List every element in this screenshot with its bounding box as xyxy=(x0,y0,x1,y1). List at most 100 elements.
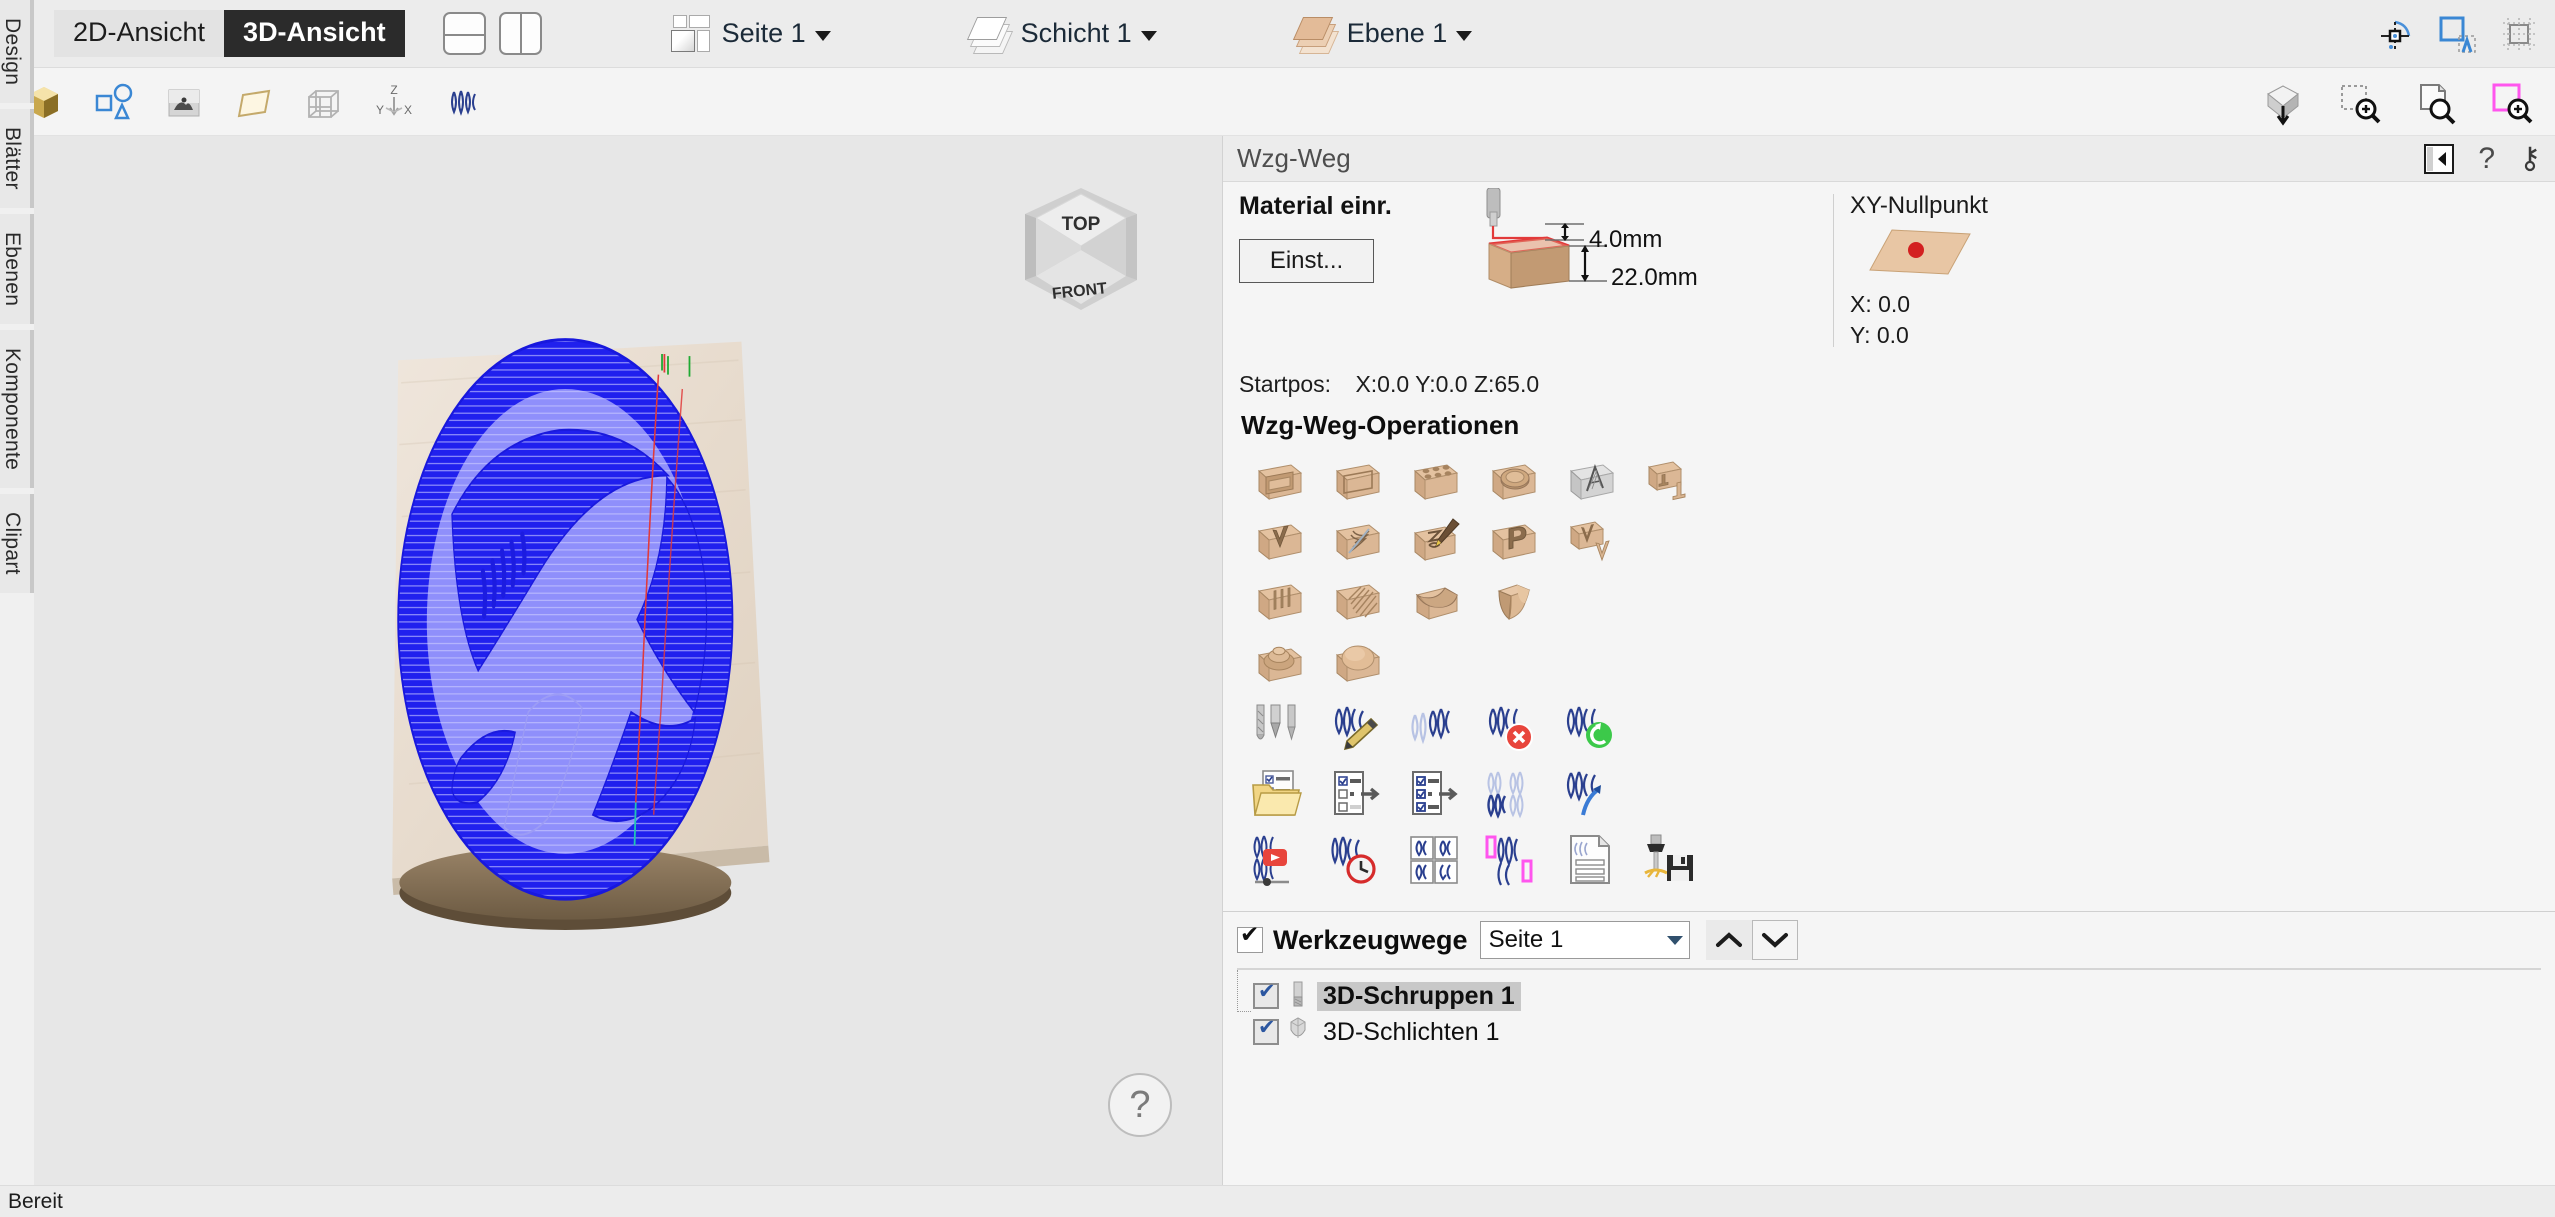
toolpaths-section: Werkzeugwege Seite 1 xyxy=(1223,912,2555,1185)
toolpaths-title: Werkzeugwege xyxy=(1273,924,1468,955)
zoom-material-icon[interactable] xyxy=(2487,78,2535,126)
isometric-view-icon[interactable] xyxy=(2259,78,2307,126)
xy-zero-heading: XY-Nullpunkt xyxy=(1850,192,1988,219)
3d-finish-icon[interactable] xyxy=(1317,573,1395,631)
recalculate-toolpath-icon[interactable] xyxy=(1551,697,1629,759)
vcarve-inlay-icon[interactable] xyxy=(1551,513,1629,571)
help-icon[interactable]: ? xyxy=(2478,143,2495,174)
show-toolpaths-icon[interactable] xyxy=(440,78,488,126)
edit-toolpath-icon[interactable] xyxy=(1317,697,1395,759)
material-setup-section: Material einr. Einst... 4.0mm 22.0mm XY-… xyxy=(1223,182,2555,355)
tab-3d-view[interactable]: 3D-Ansicht xyxy=(224,10,405,57)
toolpath-boundary-icon[interactable] xyxy=(1473,829,1551,891)
show-vectors-icon[interactable] xyxy=(90,78,138,126)
schicht-selector[interactable]: Schicht 1 xyxy=(966,13,1157,55)
tab-2d-view[interactable]: 2D-Ansicht xyxy=(54,10,225,57)
fluting-toolpath-icon[interactable] xyxy=(1473,453,1551,511)
toolpaths-header: Werkzeugwege Seite 1 xyxy=(1223,920,2555,961)
toolpath-panel-header: Wzg-Weg ? ⚷ xyxy=(1223,136,2555,182)
show-bitmap-icon[interactable] xyxy=(160,78,208,126)
save-toolpath-icon[interactable] xyxy=(1629,829,1707,891)
vcarve-toolpath-icon[interactable] xyxy=(1551,453,1629,511)
sidebar-tab-clipart[interactable]: Clipart xyxy=(0,494,34,594)
template-list-icon[interactable] xyxy=(1395,763,1473,825)
material-settings-button[interactable]: Einst... xyxy=(1239,239,1374,283)
zoom-fit-drawing-icon[interactable] xyxy=(2411,78,2459,126)
split-vertical-icon[interactable] xyxy=(498,12,542,55)
ebene-selector[interactable]: Ebene 1 xyxy=(1292,13,1473,55)
zoom-selection-icon[interactable] xyxy=(2335,78,2383,126)
view-tab-group: 2D-Ansicht 3D-Ansicht xyxy=(54,10,405,57)
prism-carving-icon[interactable] xyxy=(1239,513,1317,571)
split-view-buttons xyxy=(442,12,542,55)
manage-row-3 xyxy=(1239,829,2539,891)
status-text: Bereit xyxy=(8,1189,63,1213)
manage-row-2 xyxy=(1239,763,2539,825)
split-horizontal-icon[interactable] xyxy=(442,12,486,55)
chevron-down-icon xyxy=(1140,30,1157,41)
svg-text:X: X xyxy=(404,103,412,117)
tool-database-icon[interactable] xyxy=(1239,697,1317,759)
snap-geometry-icon[interactable] xyxy=(2437,14,2477,54)
duplicate-toolpath-icon[interactable] xyxy=(1395,697,1473,759)
sidebar-tab-komponente[interactable]: Komponente xyxy=(0,330,34,489)
pin-icon[interactable]: ⚷ xyxy=(2519,143,2541,174)
moulding-profile-icon[interactable] xyxy=(1473,573,1551,631)
panel-header-buttons: ? ⚷ xyxy=(2424,143,2541,174)
quick-engrave-icon[interactable] xyxy=(1395,513,1473,571)
toolpath-visible-checkbox[interactable] xyxy=(1253,981,1279,1010)
operations-row-1 xyxy=(1239,453,2539,511)
start-position-row: Startpos: X:0.0 Y:0.0 Z:65.0 xyxy=(1223,371,2555,398)
moulding-toolpath-icon[interactable] xyxy=(1395,573,1473,631)
sidebar-tab-design[interactable]: Design xyxy=(0,0,34,104)
simulate-toolpath-icon[interactable] xyxy=(1239,829,1317,891)
start-position-label: Startpos: xyxy=(1239,371,1332,398)
text-carving-icon[interactable] xyxy=(1473,513,1551,571)
svg-text:Y: Y xyxy=(376,103,384,117)
toolpath-template-folder-icon[interactable] xyxy=(1239,763,1317,825)
ribbed-3d-rough-icon[interactable] xyxy=(1239,573,1317,631)
toolpaths-divider xyxy=(1237,968,2541,971)
show-axes-icon[interactable]: Z Y X xyxy=(370,78,418,126)
rotary-roughing-icon[interactable] xyxy=(1239,633,1317,691)
toolpaths-sheet-select[interactable]: Seite 1 xyxy=(1479,921,1690,960)
pocket-toolpath-icon[interactable] xyxy=(1317,453,1395,511)
show-wireframe-icon[interactable] xyxy=(300,78,348,126)
sheet-selector[interactable]: Seite 1 xyxy=(667,13,831,55)
move-toolpath-down-button[interactable] xyxy=(1751,920,1798,961)
snap-grid-icon[interactable] xyxy=(2499,14,2539,54)
toolpath-name: 3D-Schruppen 1 xyxy=(1317,981,1521,1011)
view-navigation-cube[interactable]: TOP FRONT xyxy=(1006,184,1156,314)
panel-title: Wzg-Weg xyxy=(1237,143,1351,173)
estimate-time-icon[interactable] xyxy=(1317,829,1395,891)
toolpath-list: 3D-Schruppen 1 3D-Schlichten 1 xyxy=(1223,970,2555,1050)
inlay-toolpath-icon[interactable] xyxy=(1629,453,1707,511)
tile-toolpath-icon[interactable] xyxy=(1395,829,1473,891)
dome-toolpath-icon[interactable] xyxy=(1317,633,1395,691)
show-material-block-icon[interactable] xyxy=(230,78,278,126)
profile-toolpath-icon[interactable] xyxy=(1239,453,1317,511)
toolpath-summary-icon[interactable] xyxy=(1551,829,1629,891)
merge-toolpaths-icon[interactable] xyxy=(1473,763,1551,825)
sidebar-tab-ebenen[interactable]: Ebenen xyxy=(0,213,34,325)
save-template-icon[interactable] xyxy=(1317,763,1395,825)
transform-toolpath-icon[interactable] xyxy=(1551,763,1629,825)
thread-milling-icon[interactable] xyxy=(1317,513,1395,571)
toolpaths-visibility-checkbox[interactable] xyxy=(1237,923,1263,954)
clearance-value: 4.0mm xyxy=(1589,226,1663,253)
delete-toolpath-icon[interactable] xyxy=(1473,697,1551,759)
list-item[interactable]: 3D-Schruppen 1 xyxy=(1237,970,2555,1014)
collapse-panel-icon[interactable] xyxy=(2424,143,2455,174)
snap-node-icon[interactable] xyxy=(2375,14,2415,54)
move-toolpath-up-button[interactable] xyxy=(1705,920,1752,961)
navcube-top-label: TOP xyxy=(1062,214,1101,235)
help-button[interactable]: ? xyxy=(1108,1073,1172,1137)
sidebar-tab-blaetter[interactable]: Blätter xyxy=(0,109,34,208)
list-item[interactable]: 3D-Schlichten 1 xyxy=(1253,1014,2555,1050)
xy-zero-diagram[interactable] xyxy=(1866,224,1976,282)
ebene-stack-icon xyxy=(1292,13,1339,55)
schicht-selector-label: Schicht 1 xyxy=(1020,18,1132,48)
3d-viewport[interactable]: TOP FRONT ? xyxy=(34,136,1222,1185)
toolpath-visible-checkbox[interactable] xyxy=(1253,1017,1279,1046)
drilling-toolpath-icon[interactable] xyxy=(1395,453,1473,511)
